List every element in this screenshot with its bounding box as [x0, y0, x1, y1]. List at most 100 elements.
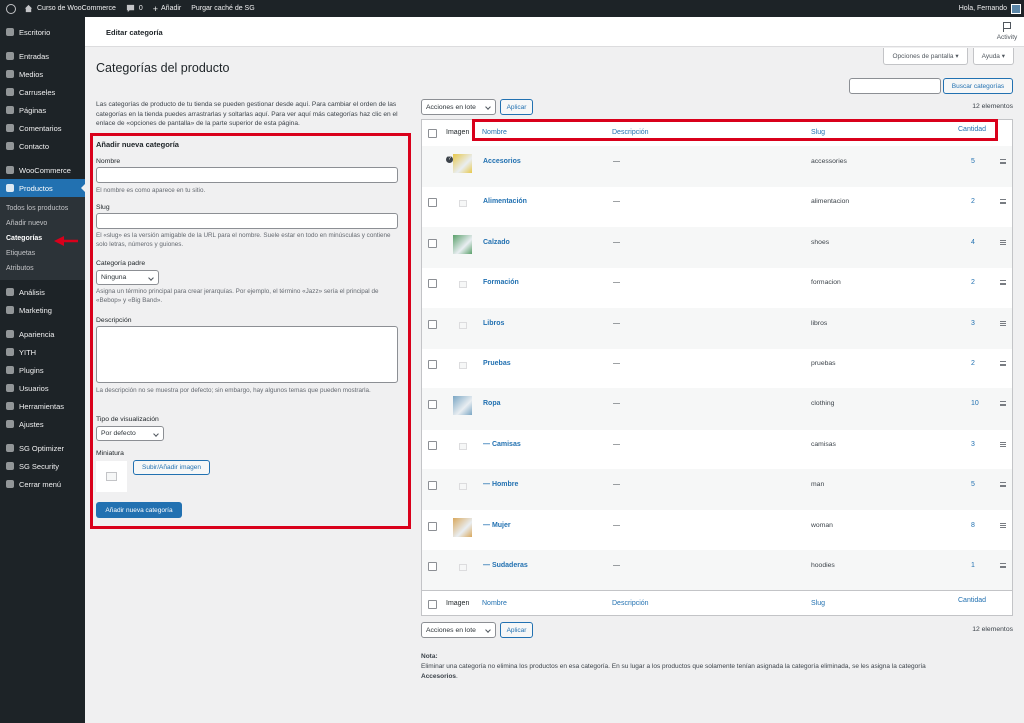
account-menu[interactable]: Hola, Fernando — [959, 3, 1021, 14]
submenu-item[interactable]: Añadir nuevo — [0, 216, 85, 231]
parent-select[interactable]: Ninguna — [96, 270, 159, 285]
row-name-link[interactable]: Formación — [483, 279, 519, 286]
search-categories-input[interactable] — [849, 78, 941, 94]
row-name-link[interactable]: — Mujer — [483, 522, 511, 529]
row-checkbox[interactable] — [428, 198, 437, 208]
form-heading: Añadir nueva categoría — [96, 140, 179, 149]
sidebar-item-yith[interactable]: YITH — [0, 343, 85, 361]
row-checkbox[interactable] — [428, 440, 437, 450]
drag-handle-icon[interactable] — [1000, 159, 1006, 164]
sidebar-item-sg-optimizer[interactable]: SG Optimizer — [0, 439, 85, 457]
row-name-link[interactable]: Libros — [483, 320, 504, 327]
sidebar-item-plugins[interactable]: Plugins — [0, 361, 85, 379]
row-name-link[interactable]: — Hombre — [483, 481, 518, 488]
row-thumbnail — [452, 395, 473, 416]
sidebar-item-escritorio[interactable]: Escritorio — [0, 23, 85, 41]
sidebar-item-medios[interactable]: Medios — [0, 65, 85, 83]
sidebar-item-cerrar-menú[interactable]: Cerrar menú — [0, 475, 85, 493]
drag-handle-icon[interactable] — [1000, 239, 1006, 245]
drag-handle-icon[interactable] — [1000, 563, 1006, 568]
row-checkbox[interactable] — [428, 238, 437, 248]
drag-handle-icon[interactable] — [1000, 280, 1006, 286]
wordpress-logo-icon[interactable] — [6, 3, 16, 14]
drag-handle-icon[interactable] — [1000, 441, 1006, 447]
apply-button-top[interactable]: Aplicar — [500, 99, 533, 115]
drag-handle-icon[interactable] — [1000, 482, 1006, 488]
row-name-link[interactable]: Pruebas — [483, 360, 511, 367]
add-category-button[interactable]: Añadir nueva categoría — [96, 502, 182, 518]
row-count-link[interactable]: 8 — [971, 522, 975, 529]
bulk-actions-select-top[interactable]: Acciones en lote — [421, 99, 496, 115]
row-checkbox[interactable] — [428, 279, 437, 289]
row-name-link[interactable]: Accesorios — [483, 158, 521, 165]
site-name-link[interactable]: Curso de WooCommerce — [24, 4, 116, 13]
row-count-link[interactable]: 10 — [971, 400, 979, 407]
sidebar-item-productos[interactable]: Productos — [0, 179, 85, 197]
row-checkbox[interactable] — [428, 400, 437, 410]
description-textarea[interactable] — [96, 326, 398, 383]
sidebar-item-woocommerce[interactable]: WooCommerce — [0, 161, 85, 179]
footer-column-description[interactable]: Descripción — [612, 600, 649, 607]
name-input[interactable] — [96, 167, 398, 183]
sidebar-item-herramientas[interactable]: Herramientas — [0, 397, 85, 415]
row-count-link[interactable]: 3 — [971, 320, 975, 327]
table-row: ? Accesorios — accessories 5 — [422, 146, 1012, 188]
row-name-link[interactable]: Ropa — [483, 400, 501, 407]
new-content-link[interactable]: + Añadir — [153, 4, 182, 14]
submenu-item[interactable]: Todos los productos — [0, 201, 85, 216]
footer-column-count[interactable]: Cantidad — [958, 597, 986, 604]
row-count-link[interactable]: 2 — [971, 198, 975, 205]
apply-button-bottom[interactable]: Aplicar — [500, 622, 533, 638]
row-name-link[interactable]: Alimentación — [483, 198, 527, 205]
search-categories-button[interactable]: Buscar categorías — [943, 78, 1013, 94]
help-button[interactable]: Ayuda ▾ — [972, 48, 1014, 65]
row-checkbox[interactable] — [428, 319, 437, 329]
sidebar-item-entradas[interactable]: Entradas — [0, 47, 85, 65]
row-checkbox[interactable] — [428, 562, 437, 571]
plus-icon: + — [152, 3, 159, 14]
drag-handle-icon[interactable] — [1000, 361, 1006, 366]
footer-column-slug[interactable]: Slug — [811, 600, 825, 607]
row-count-link[interactable]: 5 — [971, 481, 975, 488]
drag-handle-icon[interactable] — [1000, 401, 1006, 407]
display-type-select[interactable]: Por defecto — [96, 426, 164, 441]
activity-label: Activity — [996, 34, 1018, 41]
row-name-link[interactable]: — Sudaderas — [483, 562, 528, 569]
row-count-link[interactable]: 2 — [971, 360, 975, 367]
select-all-checkbox[interactable] — [428, 129, 437, 138]
row-count-link[interactable]: 1 — [971, 562, 975, 569]
footer-column-name[interactable]: Nombre — [482, 600, 507, 607]
sidebar-item-apariencia[interactable]: Apariencia — [0, 325, 85, 343]
sidebar-item-sg-security[interactable]: SG Security — [0, 457, 85, 475]
sidebar-item-ajustes[interactable]: Ajustes — [0, 415, 85, 433]
submenu-item[interactable]: Etiquetas — [0, 246, 85, 261]
upload-image-button[interactable]: Subir/Añadir imagen — [133, 460, 210, 475]
row-checkbox[interactable] — [428, 521, 437, 531]
row-count-link[interactable]: 2 — [971, 279, 975, 286]
drag-handle-icon[interactable] — [1000, 320, 1006, 326]
slug-input[interactable] — [96, 213, 398, 229]
purge-cache-link[interactable]: Purgar caché de SG — [191, 5, 254, 12]
sidebar-item-comentarios[interactable]: Comentarios — [0, 119, 85, 137]
screen-options-button[interactable]: Opciones de pantalla ▾ — [883, 48, 968, 65]
sidebar-item-páginas[interactable]: Páginas — [0, 101, 85, 119]
select-all-checkbox-footer[interactable] — [428, 600, 437, 609]
sidebar-item-carruseles[interactable]: Carruseles — [0, 83, 85, 101]
sidebar-item-usuarios[interactable]: Usuarios — [0, 379, 85, 397]
row-count-link[interactable]: 5 — [971, 158, 975, 165]
row-name-link[interactable]: Calzado — [483, 239, 510, 246]
bulk-actions-select-bottom[interactable]: Acciones en lote — [421, 622, 496, 638]
row-count-link[interactable]: 3 — [971, 441, 975, 448]
activity-button[interactable]: Activity — [992, 22, 1022, 41]
sidebar-item-marketing[interactable]: Marketing — [0, 301, 85, 319]
row-checkbox[interactable] — [428, 481, 437, 491]
drag-handle-icon[interactable] — [1000, 522, 1006, 528]
sidebar-item-análisis[interactable]: Análisis — [0, 283, 85, 301]
comments-link[interactable]: 0 — [126, 4, 143, 13]
sidebar-item-contacto[interactable]: Contacto — [0, 137, 85, 155]
row-count-link[interactable]: 4 — [971, 239, 975, 246]
row-checkbox[interactable] — [428, 360, 437, 369]
row-name-link[interactable]: — Camisas — [483, 441, 521, 448]
submenu-item[interactable]: Atributos — [0, 261, 85, 276]
drag-handle-icon[interactable] — [1000, 199, 1006, 205]
